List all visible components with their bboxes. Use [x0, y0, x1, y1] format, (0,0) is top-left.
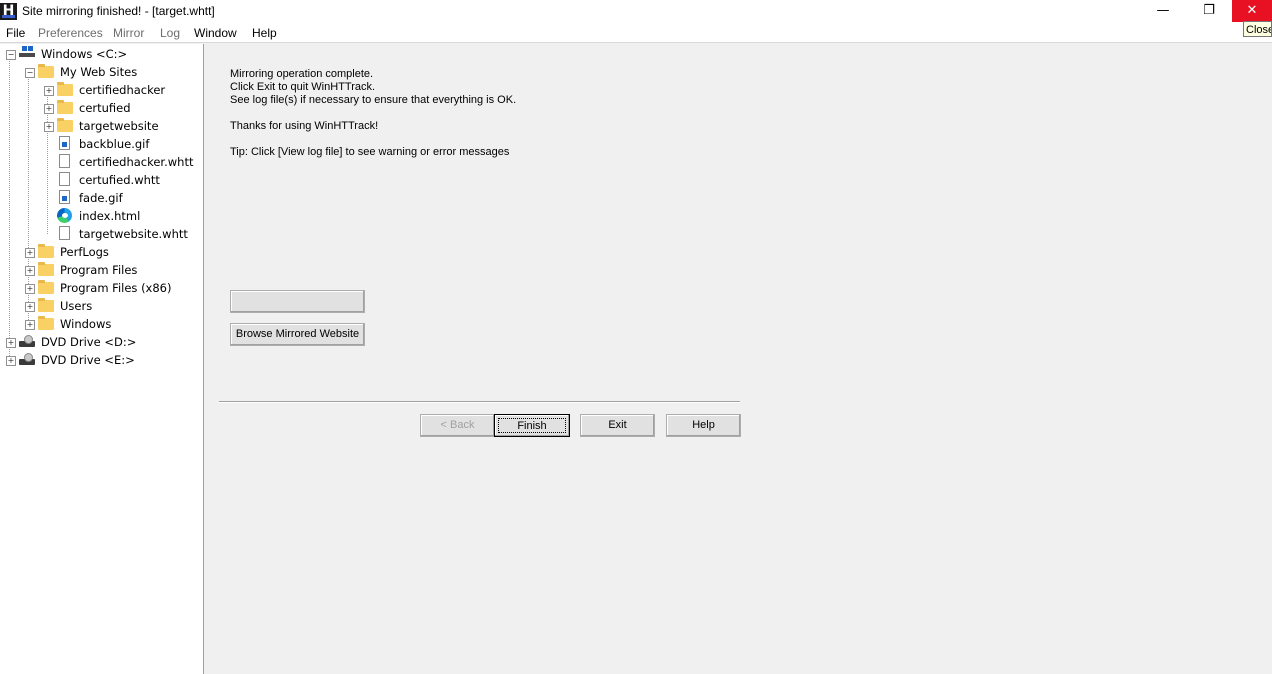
folder-icon: [57, 82, 73, 96]
exit-button[interactable]: Exit: [580, 414, 655, 437]
expand-icon[interactable]: +: [25, 284, 35, 294]
computer-drive-icon: [19, 46, 35, 60]
expand-icon[interactable]: +: [25, 266, 35, 276]
tree-guide: [47, 94, 48, 234]
tree-item-label: Windows: [60, 317, 112, 331]
expand-icon[interactable]: +: [25, 302, 35, 312]
folder-icon: [38, 298, 54, 312]
tree-item-label: targetwebsite.whtt: [79, 227, 188, 241]
help-button[interactable]: Help: [666, 414, 741, 437]
maximize-button[interactable]: ❐: [1186, 0, 1232, 22]
tree-guide: [9, 58, 10, 360]
title-bar: H Site mirroring finished! - [target.wht…: [0, 0, 1272, 23]
image-file-icon: [59, 190, 70, 204]
tree-item-label: backblue.gif: [79, 137, 150, 151]
tree-item-label: DVD Drive <D:>: [41, 335, 137, 349]
expand-icon[interactable]: +: [25, 320, 35, 330]
minimize-icon: —: [1156, 3, 1170, 18]
tree-item-label: Users: [60, 299, 93, 313]
expand-icon[interactable]: +: [25, 248, 35, 258]
status-line-log: See log file(s) if necessary to ensure t…: [230, 94, 517, 106]
menu-bar: File Preferences Mirror Log Window Help: [0, 23, 1272, 42]
menu-help[interactable]: Help: [252, 26, 277, 40]
menu-preferences[interactable]: Preferences: [38, 26, 103, 40]
wizard-panel: Mirroring operation complete. Click Exit…: [208, 44, 1272, 674]
tree-item-label: certifiedhacker.whtt: [79, 155, 194, 169]
status-line-complete: Mirroring operation complete.: [230, 68, 374, 80]
finish-button[interactable]: Finish: [494, 414, 570, 437]
folder-icon: [57, 118, 73, 132]
tree-item-label: PerfLogs: [60, 245, 109, 259]
file-icon: [59, 154, 70, 168]
folder-open-icon: [38, 64, 54, 78]
window-title: Site mirroring finished! - [target.whtt]: [22, 4, 215, 18]
tree-item-label: certufied: [79, 101, 131, 115]
thanks-message: Thanks for using WinHTTrack!: [230, 120, 379, 132]
tree-item-label: Windows <C:>: [41, 47, 128, 61]
unlabeled-button[interactable]: [230, 290, 365, 313]
folder-icon: [38, 280, 54, 294]
dvd-drive-icon: [19, 353, 35, 365]
browse-mirrored-website-button[interactable]: Browse Mirrored Website: [230, 323, 365, 346]
tree-item-label: Program Files (x86): [60, 281, 172, 295]
restore-icon: ❐: [1203, 3, 1215, 18]
collapse-icon[interactable]: −: [6, 50, 16, 60]
folder-icon: [38, 316, 54, 330]
tree-item-label: certufied.whtt: [79, 173, 160, 187]
expand-icon[interactable]: +: [6, 338, 16, 348]
expand-icon[interactable]: +: [44, 104, 54, 114]
directory-tree[interactable]: − Windows <C:> − My Web Sites + certifie…: [0, 44, 204, 674]
tree-item-label: My Web Sites: [60, 65, 138, 79]
close-icon: ✕: [1246, 3, 1258, 18]
collapse-icon[interactable]: −: [25, 68, 35, 78]
menu-separator: [0, 42, 1272, 43]
dvd-drive-icon: [19, 335, 35, 347]
file-icon: [59, 172, 70, 186]
file-icon: [59, 226, 70, 240]
finish-button-label: Finish: [498, 418, 566, 433]
back-button[interactable]: < Back: [420, 414, 495, 437]
minimize-button[interactable]: —: [1140, 0, 1186, 22]
folder-icon: [38, 244, 54, 258]
folder-icon: [57, 100, 73, 114]
expand-icon[interactable]: +: [44, 122, 54, 132]
tree-item-label: DVD Drive <E:>: [41, 353, 135, 367]
status-line-exit: Click Exit to quit WinHTTrack.: [230, 81, 376, 93]
menu-window[interactable]: Window: [194, 26, 237, 40]
image-file-icon: [59, 136, 70, 150]
tree-item-label: index.html: [79, 209, 141, 223]
edge-browser-icon: [57, 208, 72, 223]
tree-item-label: fade.gif: [79, 191, 123, 205]
tip-message: Tip: Click [View log file] to see warnin…: [230, 146, 510, 158]
tree-item-label: certifiedhacker: [79, 83, 166, 97]
close-tooltip: Close: [1243, 21, 1272, 37]
close-button[interactable]: ✕: [1232, 0, 1272, 22]
app-icon[interactable]: H: [0, 3, 17, 20]
expand-icon[interactable]: +: [44, 86, 54, 96]
menu-file[interactable]: File: [6, 26, 25, 40]
expand-icon[interactable]: +: [6, 356, 16, 366]
tree-item-label: targetwebsite: [79, 119, 159, 133]
menu-log[interactable]: Log: [160, 26, 180, 40]
wizard-separator: [219, 401, 740, 403]
tree-item-label: Program Files: [60, 263, 138, 277]
folder-icon: [38, 262, 54, 276]
menu-mirror[interactable]: Mirror: [113, 26, 144, 40]
